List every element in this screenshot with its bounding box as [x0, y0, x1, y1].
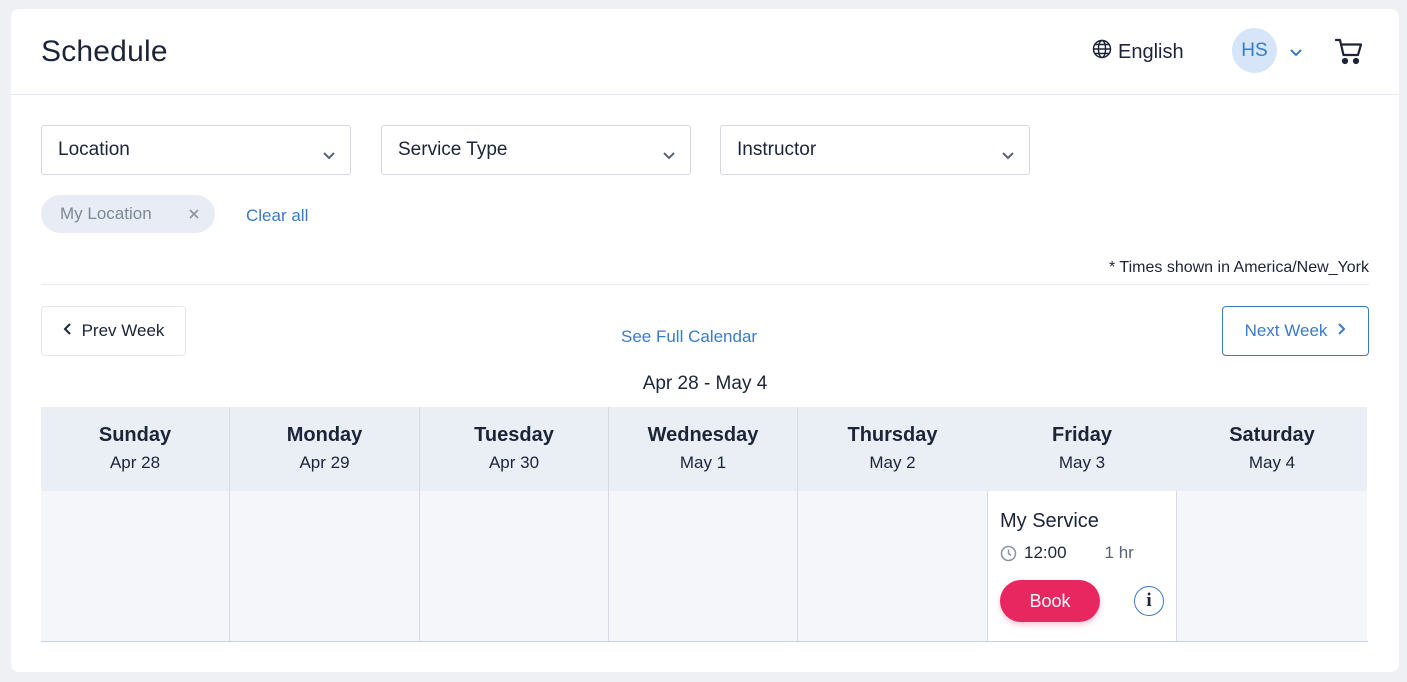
instructor-dropdown-label: Instructor — [737, 139, 817, 160]
event-title: My Service — [1000, 510, 1099, 532]
day-body — [1177, 491, 1367, 641]
day-column-monday: Monday Apr 29 — [230, 407, 420, 641]
day-body — [230, 491, 419, 641]
week-range: Apr 28 - May 4 — [642, 373, 768, 394]
day-column-saturday: Saturday May 4 — [1177, 407, 1367, 641]
day-column-thursday: Thursday May 2 — [798, 407, 987, 641]
schedule-card: Schedule English HS Location Service Typ… — [11, 9, 1399, 672]
day-column-friday: Friday May 3 My Service 12:00 1 hr Book … — [987, 407, 1177, 641]
globe-icon — [1092, 39, 1112, 65]
clock-icon — [1000, 545, 1017, 562]
day-name: Monday — [286, 424, 363, 446]
day-column-sunday: Sunday Apr 28 — [41, 407, 230, 641]
day-date: May 2 — [869, 453, 916, 472]
day-name: Tuesday — [474, 424, 554, 446]
prev-week-label: Prev Week — [81, 321, 165, 340]
day-date: Apr 28 — [109, 453, 161, 472]
close-icon[interactable] — [187, 206, 201, 226]
chevron-down-icon[interactable] — [1289, 45, 1303, 63]
event-card[interactable]: My Service 12:00 1 hr Book i — [987, 491, 1177, 641]
day-date: Apr 30 — [488, 453, 540, 472]
see-full-calendar-link[interactable]: See Full Calendar — [621, 327, 757, 347]
clear-all-link[interactable]: Clear all — [246, 206, 308, 226]
event-duration: 1 hr — [1104, 543, 1134, 562]
header: Schedule English HS — [11, 9, 1399, 95]
day-header: Friday May 3 — [987, 407, 1177, 491]
instructor-dropdown[interactable]: Instructor — [720, 125, 1030, 175]
event-meta: 12:00 1 hr — [1000, 543, 1164, 563]
day-date: May 1 — [679, 453, 727, 472]
chevron-down-icon — [662, 145, 676, 167]
chevron-right-icon — [1337, 321, 1346, 341]
day-date: May 3 — [1058, 453, 1106, 472]
day-header: Thursday May 2 — [798, 407, 987, 491]
day-body — [420, 491, 608, 641]
avatar[interactable]: HS — [1232, 28, 1277, 73]
day-body — [41, 491, 229, 641]
day-header: Monday Apr 29 — [230, 407, 419, 491]
service-type-dropdown[interactable]: Service Type — [381, 125, 691, 175]
week-grid: Sunday Apr 28 Monday Apr 29 Tuesday Apr … — [41, 407, 1368, 642]
day-name: Wednesday — [647, 424, 759, 446]
day-body — [798, 491, 987, 641]
day-name: Sunday — [98, 424, 172, 446]
day-name: Saturday — [1229, 424, 1315, 446]
chevron-down-icon — [322, 145, 336, 167]
day-date: May 4 — [1248, 453, 1296, 472]
day-body — [609, 491, 797, 641]
language-selector[interactable]: English — [1092, 39, 1184, 65]
page-title: Schedule — [41, 35, 168, 68]
next-week-label: Next Week — [1244, 321, 1328, 340]
location-dropdown-label: Location — [58, 139, 130, 160]
divider — [41, 284, 1369, 285]
day-name: Thursday — [847, 424, 938, 446]
cart-icon[interactable] — [1334, 37, 1364, 70]
filter-chip: My Location — [41, 195, 215, 233]
day-date: Apr 29 — [299, 453, 350, 472]
day-column-tuesday: Tuesday Apr 30 — [420, 407, 609, 641]
service-type-dropdown-label: Service Type — [398, 139, 508, 160]
day-header: Wednesday May 1 — [609, 407, 797, 491]
event-time: 12:00 — [1024, 543, 1067, 562]
info-icon[interactable]: i — [1134, 586, 1164, 616]
next-week-button[interactable]: Next Week — [1222, 306, 1369, 356]
location-dropdown[interactable]: Location — [41, 125, 351, 175]
chevron-down-icon — [1001, 145, 1015, 167]
day-header: Tuesday Apr 30 — [420, 407, 608, 491]
timezone-note: * Times shown in America/New_York — [1109, 259, 1369, 276]
day-column-wednesday: Wednesday May 1 — [609, 407, 798, 641]
prev-week-button[interactable]: Prev Week — [41, 306, 186, 356]
book-button[interactable]: Book — [1000, 580, 1100, 622]
day-header: Saturday May 4 — [1177, 407, 1367, 491]
day-name: Friday — [1051, 424, 1113, 446]
day-header: Sunday Apr 28 — [41, 407, 229, 491]
chevron-left-icon — [63, 321, 72, 341]
language-label: English — [1118, 40, 1184, 63]
filter-chip-label: My Location — [60, 204, 152, 223]
